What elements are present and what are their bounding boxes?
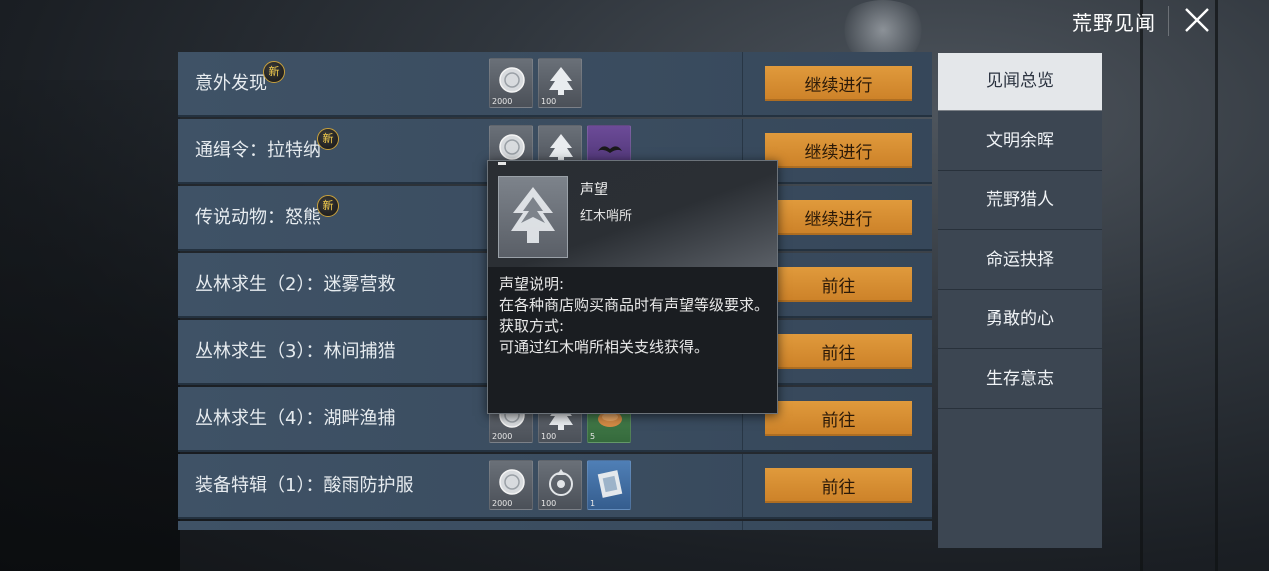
row-divider	[742, 52, 743, 115]
sidebar-tab[interactable]: 见闻总览	[938, 53, 1102, 111]
row-divider	[742, 521, 743, 530]
tooltip-marker	[498, 162, 506, 165]
continue-button[interactable]: 继续进行	[765, 200, 912, 235]
new-badge: 新	[317, 128, 339, 150]
reward-quantity: 2000	[492, 432, 513, 441]
quest-name: 传说动物：怒熊	[195, 207, 321, 228]
reward-quantity: 100	[541, 97, 557, 106]
close-button[interactable]	[1183, 6, 1211, 34]
reward-quantity: 100	[541, 499, 557, 508]
reward-quantity: 1	[590, 499, 596, 508]
quest-name: 意外发现	[195, 73, 267, 94]
silver-coin-icon	[499, 67, 525, 93]
reward-quantity: 2000	[492, 97, 513, 106]
reputation-tree-icon	[498, 176, 568, 258]
new-badge: 新	[317, 195, 339, 217]
header-divider	[1168, 6, 1169, 36]
radiation-emblem-icon	[549, 469, 573, 496]
reward-item[interactable]: 2000	[489, 58, 533, 108]
quest-name: 通缉令：拉特纳	[195, 140, 321, 161]
quest-name: 丛林求生（3）：林间捕猎	[195, 341, 396, 362]
reward-quantity: 2000	[492, 499, 513, 508]
continue-button[interactable]: 继续进行	[765, 66, 912, 101]
quest-name: 丛林求生（2）：迷雾营救	[195, 274, 396, 295]
quest-name: 装备特辑（1）：酸雨防护服	[195, 475, 414, 496]
sidebar-tab[interactable]: 文明余晖	[938, 113, 1102, 171]
background-pole	[1140, 0, 1143, 571]
sidebar-tab[interactable]: 生存意志	[938, 351, 1102, 409]
sidebar-tab[interactable]: 荒野猎人	[938, 172, 1102, 230]
item-tooltip: 声望 红木哨所 声望说明: 在各种商店购买商品时有声望等级要求。 获取方式: 可…	[487, 160, 778, 414]
background-trees	[0, 80, 180, 571]
quest-row[interactable]: 意外发现新 2000 100 继续进行	[178, 52, 932, 117]
reward-item[interactable]: 1	[587, 460, 631, 510]
background-moon	[838, 0, 928, 60]
continue-button[interactable]: 继续进行	[765, 133, 912, 168]
row-divider	[742, 454, 743, 517]
background-pole	[1215, 0, 1218, 571]
tooltip-item-name: 声望	[580, 182, 608, 198]
silver-coin-icon	[499, 469, 525, 495]
tooltip-desc-text: 在各种商店购买商品时有声望等级要求。	[499, 296, 770, 314]
reward-item[interactable]: 2000	[489, 460, 533, 510]
tooltip-header: 声望 红木哨所	[488, 161, 777, 267]
page-title: 荒野见闻	[1072, 11, 1156, 35]
reputation-tree-icon	[549, 67, 573, 95]
blueprint-icon	[597, 470, 623, 498]
reward-item[interactable]: 100	[538, 460, 582, 510]
go-button[interactable]: 前往	[765, 267, 912, 302]
go-button[interactable]: 前往	[765, 334, 912, 369]
quest-row[interactable]: 装备特辑（1）：酸雨防护服 2000 100 1 前往	[178, 454, 932, 519]
reward-quantity: 5	[590, 432, 596, 441]
go-button[interactable]: 前往	[765, 468, 912, 503]
tooltip-body: 声望说明: 在各种商店购买商品时有声望等级要求。 获取方式: 可通过红木哨所相关…	[499, 274, 771, 358]
quest-name: 丛林求生（4）：湖畔渔捕	[195, 408, 396, 429]
go-button[interactable]: 前往	[765, 401, 912, 436]
tooltip-item-source: 红木哨所	[580, 209, 633, 224]
sidebar-tab[interactable]: 勇敢的心	[938, 291, 1102, 349]
category-sidebar: 见闻总览 文明余晖 荒野猎人 命运抉择 勇敢的心 生存意志	[938, 53, 1102, 548]
tooltip-obtain-text: 可通过红木哨所相关支线获得。	[499, 338, 710, 356]
quest-row[interactable]	[178, 521, 932, 530]
tooltip-desc-heading: 声望说明:	[499, 275, 565, 293]
reward-item[interactable]: 100	[538, 58, 582, 108]
new-badge: 新	[263, 61, 285, 83]
tooltip-obtain-heading: 获取方式:	[499, 317, 565, 335]
reward-quantity: 100	[541, 432, 557, 441]
close-icon	[1185, 8, 1209, 32]
sidebar-tab[interactable]: 命运抉择	[938, 232, 1102, 290]
